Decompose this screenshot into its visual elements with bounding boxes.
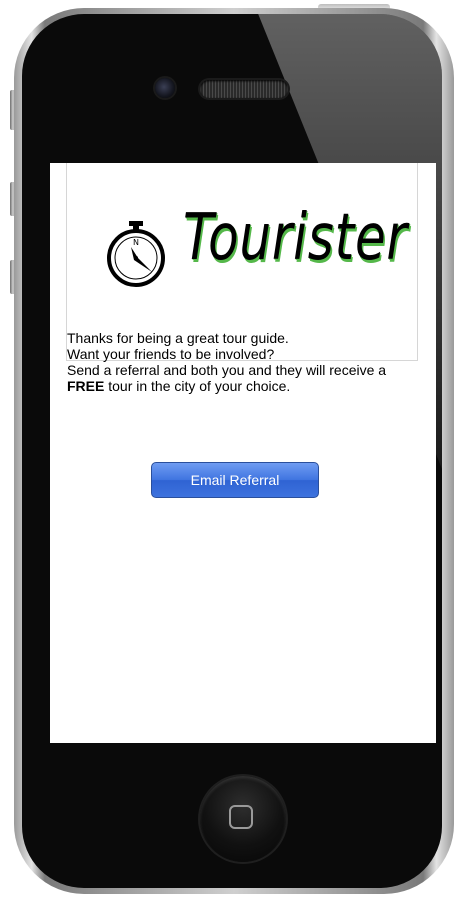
message-line-3: Send a referral and both you and they wi… — [67, 362, 387, 378]
earpiece-speaker — [200, 80, 288, 98]
message-line-2: Want your friends to be involved? — [67, 346, 275, 362]
home-button[interactable] — [200, 776, 286, 862]
email-referral-button[interactable]: Email Referral — [151, 462, 319, 498]
message-line-1: Thanks for being a great tour guide. — [67, 330, 289, 346]
home-square-icon — [229, 805, 253, 829]
message-line-4: FREE tour in the city of your choice. — [67, 378, 436, 394]
message-line-4-rest: tour in the city of your choice. — [104, 378, 291, 394]
free-emphasis: FREE — [67, 378, 105, 394]
front-camera — [155, 78, 175, 98]
referral-message: Thanks for being a great tour guide. Wan… — [67, 330, 436, 394]
brand-wordmark: Tourister — [183, 201, 408, 275]
svg-text:N: N — [133, 238, 139, 247]
app-screen: N Tourister Thanks for being a great tou… — [50, 163, 436, 743]
phone-frame: N Tourister Thanks for being a great tou… — [0, 0, 460, 899]
compass-icon: N — [107, 221, 165, 287]
